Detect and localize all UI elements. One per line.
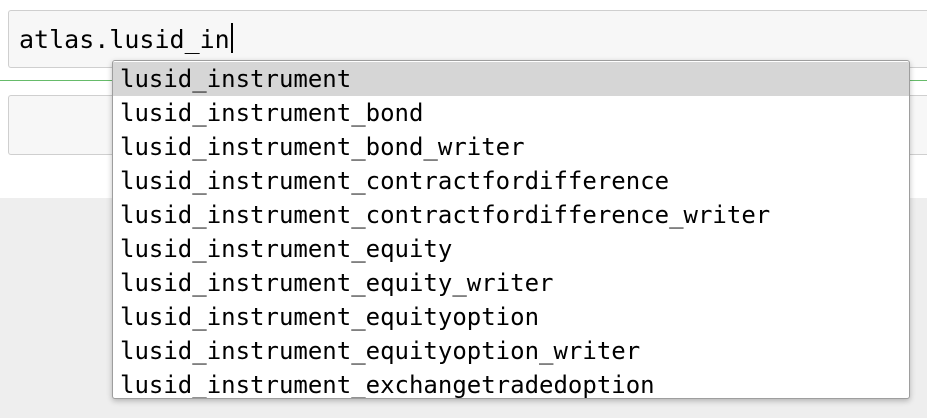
completer-item[interactable]: lusid_instrument_contractfordifference_w… — [113, 198, 909, 232]
autocomplete-dropdown[interactable]: lusid_instrument lusid_instrument_bond l… — [112, 60, 910, 399]
cell-input[interactable]: atlas.lusid_in — [19, 23, 233, 57]
completer-item[interactable]: lusid_instrument_bond_writer — [113, 130, 909, 164]
completer-item[interactable]: lusid_instrument_equity — [113, 232, 909, 266]
completer-item[interactable]: lusid_instrument_equityoption_writer — [113, 334, 909, 368]
completer-item[interactable]: lusid_instrument_equityoption — [113, 300, 909, 334]
cell-input-text: atlas.lusid_in — [19, 25, 230, 54]
completer-item[interactable]: lusid_instrument_equity_writer — [113, 266, 909, 300]
text-cursor — [230, 23, 233, 53]
completer-item[interactable]: lusid_instrument_bond — [113, 96, 909, 130]
completer-item-selected[interactable]: lusid_instrument — [113, 62, 909, 96]
completer-item[interactable]: lusid_instrument_exchangetradedoption — [113, 368, 909, 398]
completer-item[interactable]: lusid_instrument_contractfordifference — [113, 164, 909, 198]
